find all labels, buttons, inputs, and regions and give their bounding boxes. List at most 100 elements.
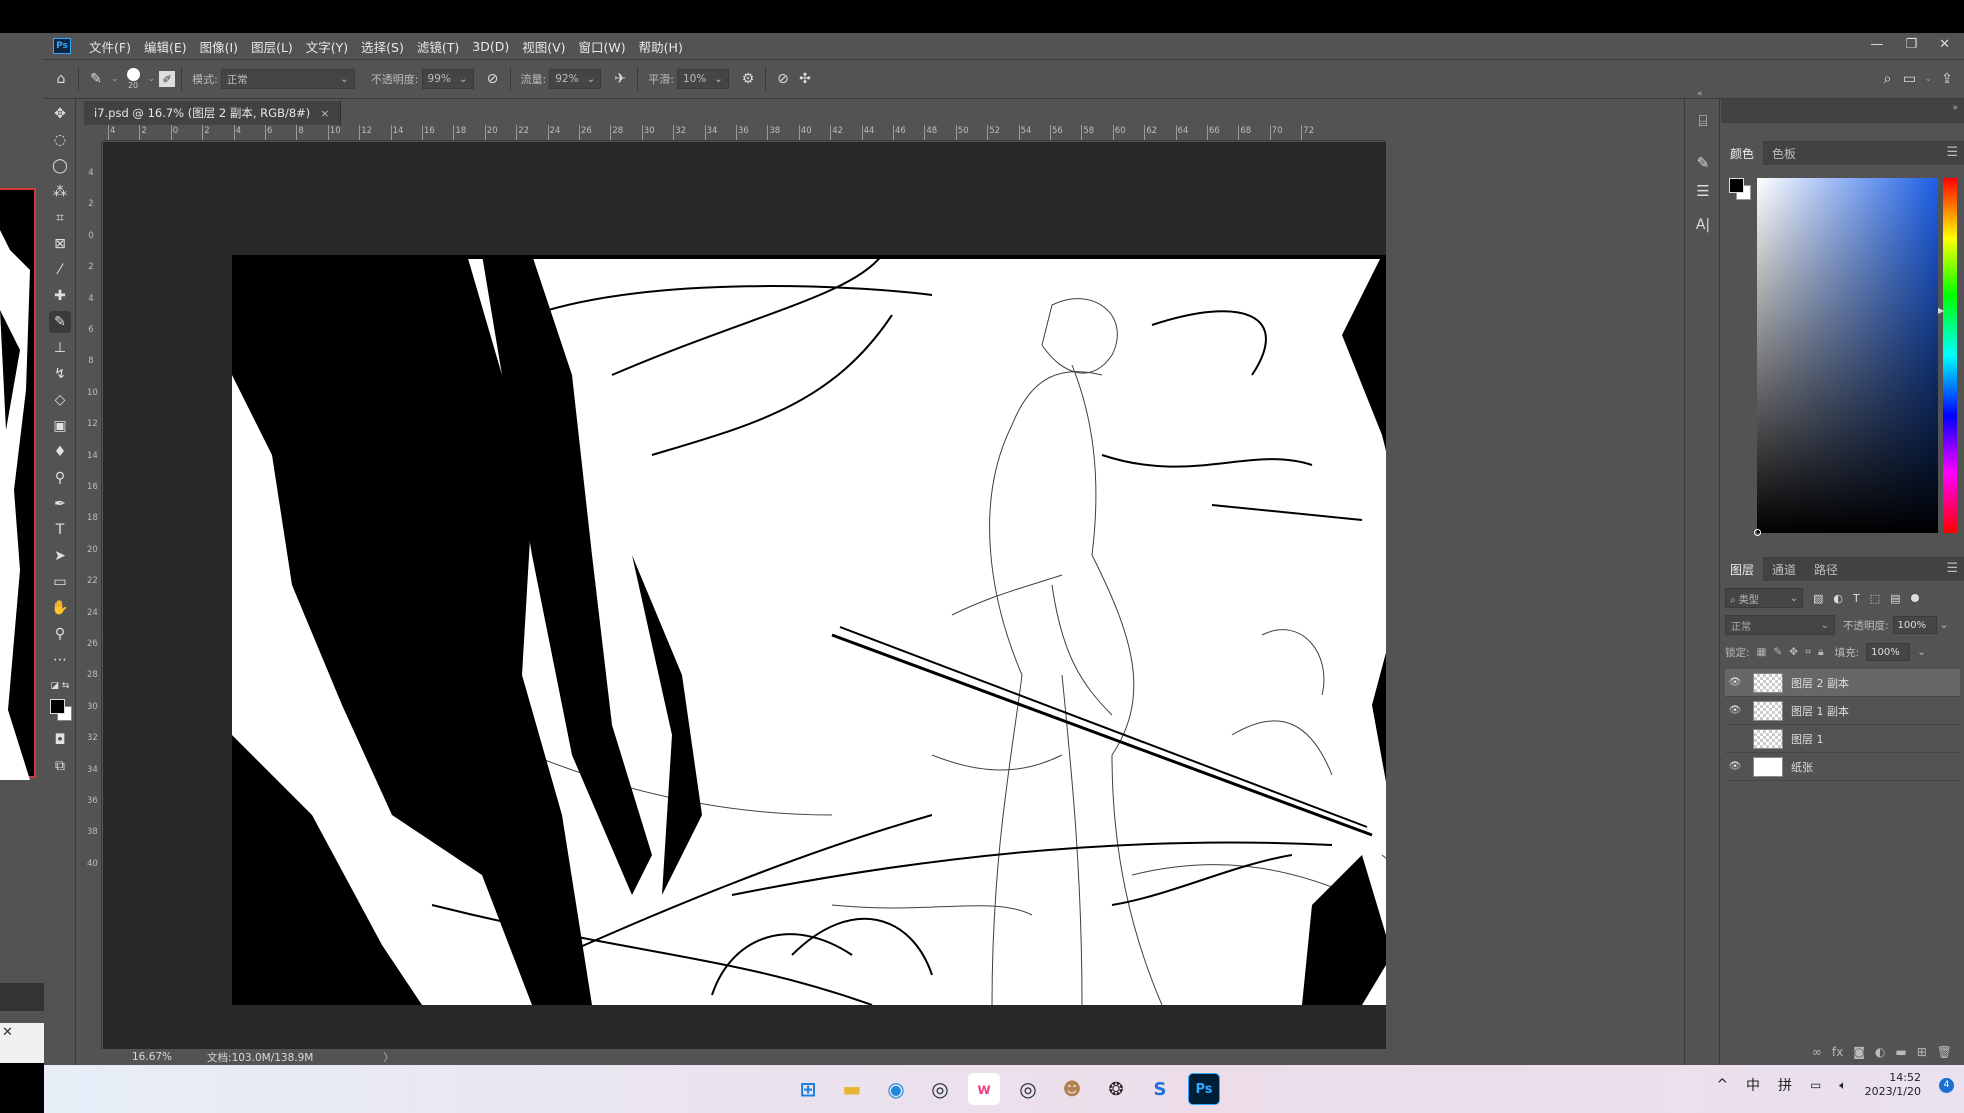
home-icon[interactable]: ⌂	[50, 68, 72, 90]
lock-all-icon[interactable]: 🔒︎	[1818, 646, 1824, 659]
search-icon[interactable]: ⌕	[1876, 68, 1898, 90]
filter-adjustment-icon[interactable]: ◐	[1833, 592, 1843, 605]
chevron-down-icon[interactable]: ⌄	[148, 74, 156, 84]
menu-select[interactable]: 选择(S)	[361, 37, 404, 56]
pressure-opacity-icon[interactable]: ⊘	[482, 68, 504, 90]
pen-tool-icon[interactable]: ✒	[49, 493, 71, 515]
eyedropper-tool-icon[interactable]: ⁄	[49, 259, 71, 281]
opacity-field[interactable]: 99% ⌄	[421, 69, 474, 89]
menu-window[interactable]: 窗口(W)	[579, 37, 626, 56]
visibility-eye-off-icon[interactable]: □	[1725, 733, 1745, 744]
close-icon[interactable]: ✕	[1939, 37, 1950, 52]
color-picker-cursor[interactable]	[1754, 529, 1761, 536]
hue-slider-marker-icon[interactable]: ▶	[1938, 306, 1944, 315]
fill-field[interactable]: 100%	[1866, 643, 1911, 661]
steam-icon[interactable]: ◎	[1012, 1073, 1044, 1105]
blend-mode-select[interactable]: 正常 ⌄	[1725, 615, 1835, 635]
network-icon[interactable]: ▭	[1810, 1078, 1821, 1092]
character-panel-icon[interactable]: A|	[1691, 213, 1715, 237]
history-brush-tool-icon[interactable]: ↯	[49, 363, 71, 385]
brush-size-picker[interactable]: 20	[126, 68, 140, 90]
magic-wand-tool-icon[interactable]: ⁂	[49, 181, 71, 203]
menu-3d[interactable]: 3D(D)	[472, 39, 509, 54]
wallpaper-app-icon[interactable]: w	[968, 1073, 1000, 1105]
layer-row[interactable]: 👁︎ 图层 2 副本	[1725, 669, 1960, 697]
brush-preset-icon[interactable]: ✎	[85, 68, 107, 90]
hue-slider[interactable]: ▶	[1938, 178, 1957, 533]
panel-menu-icon[interactable]: ☰	[1946, 145, 1958, 160]
collapse-arrows-icon[interactable]: «	[1697, 89, 1703, 99]
gradient-tool-icon[interactable]: ▣	[49, 415, 71, 437]
sync-app-icon[interactable]: S	[1144, 1073, 1176, 1105]
brush-settings-icon[interactable]: ✐	[159, 71, 176, 87]
zoom-level[interactable]: 16.67%	[132, 1051, 172, 1063]
close-icon[interactable]: ✕	[2, 1025, 13, 1040]
color-picker-field[interactable]	[1754, 178, 1938, 536]
pressure-size-icon[interactable]: ⊘	[772, 68, 794, 90]
visibility-eye-icon[interactable]: 👁︎	[1725, 677, 1745, 688]
frame-tool-icon[interactable]: ⊠	[49, 233, 71, 255]
symmetry-icon[interactable]: ✣	[794, 68, 816, 90]
chevron-down-icon[interactable]: ⌄	[1924, 74, 1932, 84]
menu-view[interactable]: 视图(V)	[522, 37, 565, 56]
link-layers-icon[interactable]: ∞	[1812, 1045, 1822, 1059]
eraser-tool-icon[interactable]: ◇	[49, 389, 71, 411]
chevron-down-icon[interactable]: ⌄	[1940, 619, 1949, 631]
start-icon[interactable]: ⊞	[792, 1073, 824, 1105]
lock-position-icon[interactable]: ✥	[1789, 646, 1798, 658]
adjustment-layer-icon[interactable]: ◐	[1875, 1045, 1885, 1059]
brush-tool-icon[interactable]: ✎	[49, 311, 71, 333]
filter-smart-object-icon[interactable]: ▤	[1890, 592, 1900, 605]
file-explorer-icon[interactable]: ▬	[836, 1073, 868, 1105]
airbrush-icon[interactable]: ✈	[609, 68, 631, 90]
path-selection-tool-icon[interactable]: ➤	[49, 545, 71, 567]
fx-icon[interactable]: fx	[1832, 1045, 1843, 1059]
minimize-icon[interactable]: —	[1870, 37, 1883, 52]
layer-kind-filter[interactable]: ⌕ 类型 ⌄	[1725, 588, 1803, 608]
menu-edit[interactable]: 编辑(E)	[144, 37, 187, 56]
chevron-down-icon[interactable]: ⌄	[111, 74, 119, 84]
crop-tool-icon[interactable]: ⌗	[49, 207, 71, 229]
clone-stamp-tool-icon[interactable]: ⊥	[49, 337, 71, 359]
steam-icon[interactable]: ◎	[924, 1073, 956, 1105]
workspace-icon[interactable]: ▭	[1898, 68, 1920, 90]
new-group-icon[interactable]: ▬	[1895, 1045, 1906, 1059]
canvas-area[interactable]	[103, 142, 1386, 1058]
visibility-eye-icon[interactable]: 👁︎	[1725, 705, 1745, 716]
filter-type-icon[interactable]: T	[1853, 592, 1860, 605]
chevron-down-icon[interactable]: ⌄	[1917, 646, 1926, 658]
foreground-color-swatch[interactable]	[50, 699, 65, 714]
lock-artboard-icon[interactable]: ⌗	[1805, 646, 1811, 659]
volume-icon[interactable]: 🔈︎	[1839, 1078, 1846, 1093]
tab-paths[interactable]: 路径	[1805, 557, 1847, 581]
tab-swatches[interactable]: 色板	[1763, 141, 1805, 165]
brush-settings-panel-icon[interactable]: ✎	[1691, 151, 1715, 175]
tab-color[interactable]: 颜色	[1721, 141, 1764, 165]
menu-type[interactable]: 文字(Y)	[306, 37, 348, 56]
layer-opacity-field[interactable]: 100%	[1892, 616, 1937, 634]
add-mask-icon[interactable]: ◙	[1853, 1045, 1865, 1059]
chevron-up-icon[interactable]: ^	[1716, 1077, 1728, 1093]
dodge-tool-icon[interactable]: ⚲	[49, 467, 71, 489]
adjustments-panel-icon[interactable]: ☰	[1691, 179, 1715, 203]
pet-app-icon[interactable]: ☻	[1056, 1073, 1088, 1105]
zoom-tool-icon[interactable]: ⚲	[49, 623, 71, 645]
ime-input[interactable]: 拼	[1778, 1075, 1792, 1095]
edge-icon[interactable]: ◉	[880, 1073, 912, 1105]
healing-brush-tool-icon[interactable]: ✚	[49, 285, 71, 307]
visibility-eye-icon[interactable]: 👁︎	[1725, 761, 1745, 772]
ime-mode[interactable]: 中	[1746, 1075, 1760, 1095]
filter-pixel-icon[interactable]: ▧	[1813, 592, 1823, 605]
menu-help[interactable]: 帮助(H)	[639, 37, 683, 56]
foreground-color-swatch[interactable]	[1729, 178, 1744, 193]
menu-layer[interactable]: 图层(L)	[251, 37, 293, 56]
collapse-arrows-icon[interactable]: »	[1952, 103, 1958, 113]
marquee-tool-icon[interactable]: ◌	[49, 129, 71, 151]
type-tool-icon[interactable]: T	[49, 519, 71, 541]
move-tool-icon[interactable]: ✥	[49, 103, 71, 125]
blur-tool-icon[interactable]: ♦	[49, 441, 71, 463]
menu-image[interactable]: 图像(I)	[200, 37, 238, 56]
layer-row[interactable]: 👁︎ 图层 1 副本	[1725, 697, 1960, 725]
smoothing-field[interactable]: 10% ⌄	[676, 69, 729, 89]
default-colors-icon[interactable]: ◪ ⇆	[49, 675, 71, 697]
